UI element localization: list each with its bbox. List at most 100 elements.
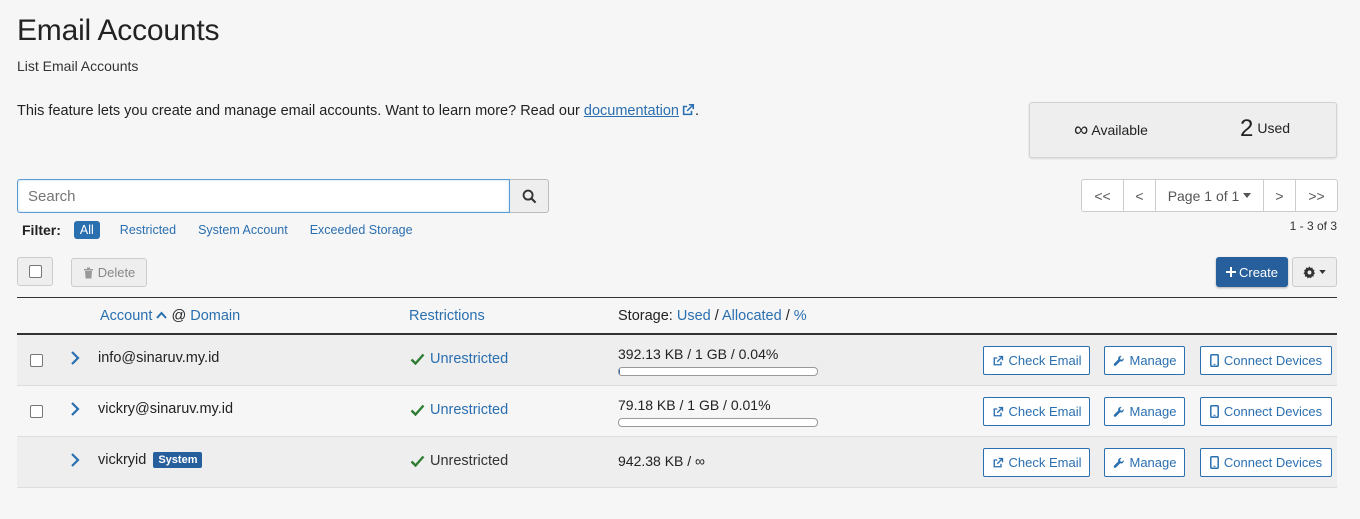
manage-button[interactable]: Manage [1104, 448, 1185, 477]
col-separator: / [785, 308, 790, 324]
plus-icon [1225, 267, 1236, 277]
wrench-icon [1113, 355, 1124, 366]
last-page-button[interactable]: >> [1296, 180, 1337, 211]
storage-text: 79.18 KB / 1 GB / 0.01% [618, 397, 771, 413]
first-page-button[interactable]: << [1082, 180, 1124, 211]
chevron-right-icon[interactable] [69, 401, 81, 417]
documentation-link[interactable]: documentation [584, 103, 679, 119]
col-percent[interactable]: % [794, 308, 807, 324]
search-button[interactable] [510, 179, 549, 213]
next-page-button[interactable]: > [1264, 180, 1296, 211]
available-stat: ∞ Available [1074, 119, 1148, 142]
filter-bar: Filter: All Restricted System Account Ex… [22, 221, 435, 239]
select-all-button[interactable] [17, 257, 53, 286]
delete-button[interactable]: Delete [71, 258, 147, 287]
filter-label: Filter: [22, 222, 61, 238]
table-row: info@sinaruv.my.id Unrestricted 392.13 K… [17, 335, 1337, 386]
mobile-device-icon [1209, 354, 1219, 367]
external-link-icon[interactable] [681, 103, 695, 117]
page-title: Email Accounts [17, 14, 220, 47]
wrench-icon [1113, 457, 1124, 468]
restriction-status: Unrestricted [410, 453, 508, 469]
external-link-icon [993, 457, 1003, 467]
result-range: 1 - 3 of 3 [1289, 219, 1337, 233]
search-icon [522, 189, 536, 203]
account-name-cell: vickryid System [98, 452, 203, 468]
filter-all[interactable]: All [73, 221, 100, 239]
manage-button[interactable]: Manage [1104, 397, 1185, 426]
filter-exceeded-storage[interactable]: Exceeded Storage [310, 223, 413, 237]
available-label: Available [1091, 122, 1148, 138]
manage-label: Manage [1129, 404, 1177, 419]
account-stats-panel: ∞ Available 2 Used [1029, 102, 1337, 158]
col-at: @ [171, 308, 187, 324]
gear-icon [1303, 265, 1316, 278]
chevron-right-icon[interactable] [69, 452, 81, 468]
storage-cell: 942.38 KB / ∞ [618, 453, 705, 469]
manage-label: Manage [1129, 353, 1177, 368]
storage-usage-bar [618, 367, 818, 376]
restriction-status: Unrestricted [410, 351, 508, 367]
check-email-label: Check Email [1008, 404, 1082, 419]
create-button[interactable]: Create [1216, 257, 1288, 287]
table-row: vickry@sinaruv.my.id Unrestricted 79.18 … [17, 386, 1337, 437]
manage-label: Manage [1129, 455, 1177, 470]
col-restrictions[interactable]: Restrictions [409, 308, 485, 324]
intro-text: This feature lets you create and manage … [17, 103, 699, 119]
external-link-icon [993, 355, 1003, 365]
check-email-button[interactable]: Check Email [983, 346, 1090, 375]
check-email-button[interactable]: Check Email [983, 448, 1090, 477]
select-all-checkbox[interactable] [28, 265, 42, 278]
restriction-text: Unrestricted [430, 453, 509, 469]
filter-system-account[interactable]: System Account [198, 223, 288, 237]
manage-button[interactable]: Manage [1104, 346, 1185, 375]
trash-icon [83, 267, 93, 278]
table-header: Account @ Domain Restrictions Storage: U… [17, 298, 1337, 335]
check-icon [410, 353, 425, 365]
filter-restricted[interactable]: Restricted [120, 223, 176, 237]
restriction-link[interactable]: Unrestricted [430, 402, 508, 418]
sort-up-icon [156, 311, 168, 319]
col-used[interactable]: Used [677, 308, 711, 324]
row-checkbox[interactable] [30, 354, 43, 367]
check-icon [410, 455, 425, 467]
check-email-button[interactable]: Check Email [983, 397, 1090, 426]
account-name: vickry@sinaruv.my.id [98, 401, 234, 417]
page-select[interactable]: Page 1 of 1 [1156, 180, 1264, 211]
mobile-device-icon [1209, 456, 1219, 469]
col-account[interactable]: Account [100, 308, 152, 324]
used-stat: 2 Used [1240, 115, 1290, 143]
check-email-label: Check Email [1008, 353, 1082, 368]
connect-devices-button[interactable]: Connect Devices [1200, 448, 1332, 477]
connect-devices-label: Connect Devices [1223, 404, 1323, 419]
infinity-symbol: ∞ [1074, 119, 1089, 141]
restriction-link[interactable]: Unrestricted [430, 351, 508, 367]
storage-cell: 79.18 KB / 1 GB / 0.01% [618, 397, 818, 427]
page-label: Page 1 of 1 [1167, 187, 1240, 204]
wrench-icon [1113, 406, 1124, 417]
col-allocated[interactable]: Allocated [722, 308, 782, 324]
restriction-status: Unrestricted [410, 402, 508, 418]
col-domain[interactable]: Domain [190, 308, 240, 324]
row-checkbox[interactable] [30, 405, 43, 418]
table-row: vickryid System Unrestricted 942.38 KB / … [17, 437, 1337, 488]
check-email-label: Check Email [1008, 455, 1082, 470]
create-label: Create [1238, 264, 1279, 280]
system-badge: System [153, 452, 203, 468]
storage-text: 392.13 KB / 1 GB / 0.04% [618, 346, 779, 362]
connect-devices-label: Connect Devices [1223, 353, 1323, 368]
used-label: Used [1257, 120, 1291, 136]
settings-dropdown-button[interactable] [1292, 257, 1337, 287]
prev-page-button[interactable]: < [1124, 180, 1156, 211]
search-input[interactable] [17, 179, 510, 213]
search-bar [17, 179, 549, 213]
intro-text-body: This feature lets you create and manage … [17, 103, 584, 119]
check-icon [410, 404, 425, 416]
connect-devices-button[interactable]: Connect Devices [1200, 397, 1332, 426]
accounts-table: Account @ Domain Restrictions Storage: U… [17, 297, 1337, 488]
connect-devices-button[interactable]: Connect Devices [1200, 346, 1332, 375]
used-count: 2 [1240, 115, 1254, 142]
storage-header: Storage: Used / Allocated / % [618, 308, 807, 324]
sort-account-header[interactable]: Account @ Domain [100, 308, 240, 324]
chevron-right-icon[interactable] [69, 350, 81, 366]
